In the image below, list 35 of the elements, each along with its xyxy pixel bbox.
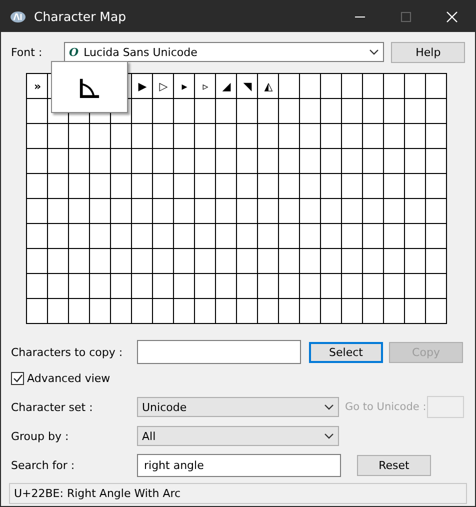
search-field[interactable]: right angle: [137, 454, 341, 476]
character-cell[interactable]: ◭: [258, 74, 279, 99]
character-cell[interactable]: ◥: [237, 74, 258, 99]
dropdown-caret-icon: [369, 49, 380, 55]
group-by-label: Group by :: [11, 430, 70, 442]
select-button[interactable]: Select: [309, 342, 383, 362]
advanced-view-label: Advanced view: [27, 372, 112, 384]
advanced-view-checkbox[interactable]: [11, 372, 24, 384]
character-set-dropdown[interactable]: Unicode: [137, 397, 339, 417]
status-bar: U+22BE: Right Angle With Arc: [9, 483, 467, 504]
maximize-icon: [401, 12, 411, 22]
character-cell[interactable]: ▷: [153, 74, 174, 99]
close-icon[interactable]: [446, 10, 458, 22]
dropdown-caret-icon: [324, 433, 334, 439]
character-cell[interactable]: ▸: [174, 74, 195, 99]
app-icon: [10, 10, 26, 22]
character-cell[interactable]: ▹: [195, 74, 216, 99]
search-for-label: Search for :: [11, 458, 76, 472]
minimize-icon[interactable]: [355, 16, 365, 18]
help-button[interactable]: Help: [391, 42, 465, 62]
group-by-dropdown[interactable]: All: [137, 426, 339, 446]
font-type-icon: O: [69, 46, 79, 58]
character-set-label: Character set :: [11, 400, 94, 414]
characters-to-copy-label: Characters to copy :: [11, 346, 124, 358]
reset-button[interactable]: Reset: [357, 454, 431, 476]
character-magnifier: ⊾: [51, 61, 128, 113]
font-dropdown[interactable]: O Lucida Sans Unicode: [64, 42, 384, 62]
character-cell[interactable]: »: [27, 74, 48, 99]
window-title: Character Map: [34, 9, 128, 24]
characters-to-copy-field[interactable]: [137, 340, 301, 364]
go-to-unicode-label: Go to Unicode :: [345, 401, 427, 413]
dropdown-caret-icon: [324, 404, 334, 410]
font-label: Font :: [11, 46, 44, 58]
character-cell[interactable]: ◢: [216, 74, 237, 99]
character-cell[interactable]: ▶: [132, 74, 153, 99]
